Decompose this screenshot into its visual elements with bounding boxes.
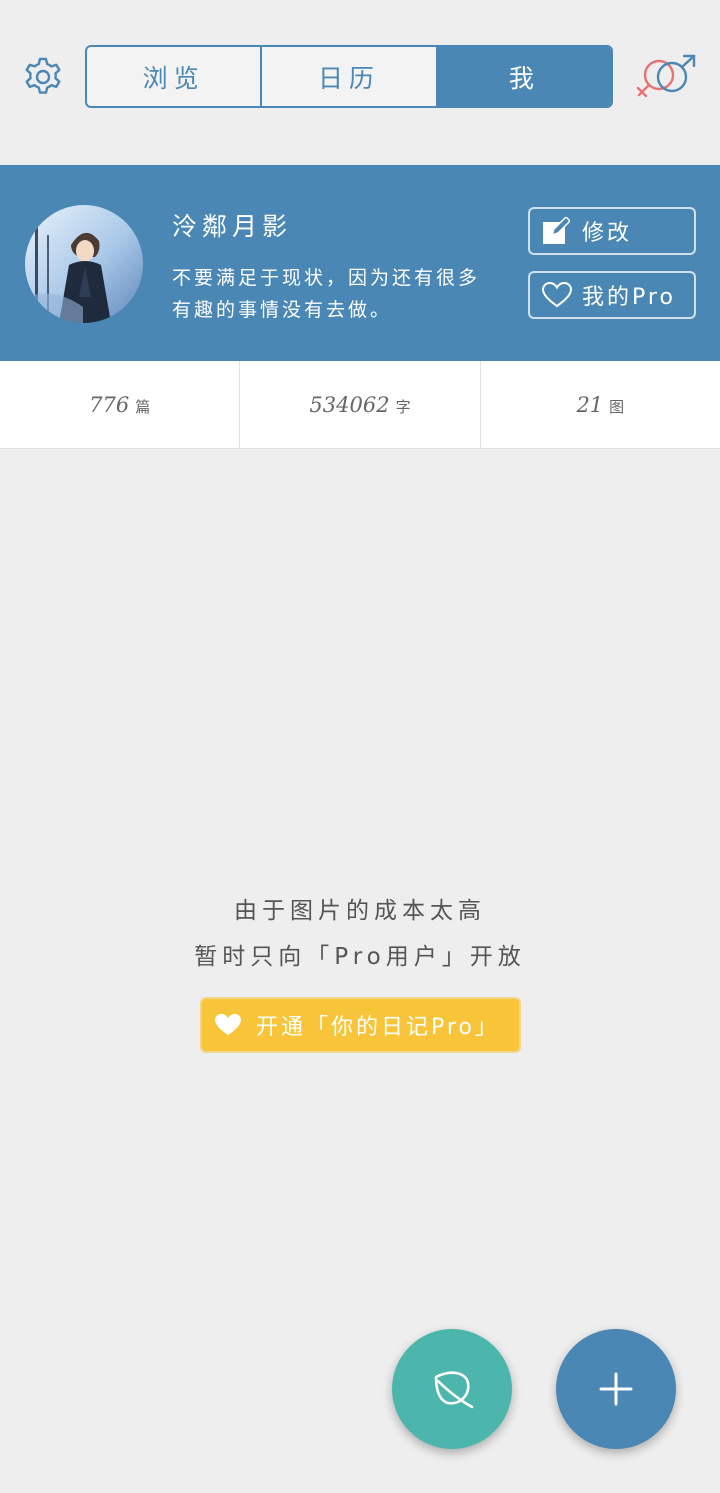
heart-icon [214,1012,242,1038]
pro-notice-line2: 暂时只向「Pro用户」开放 [194,944,526,970]
stat-entries-value: 776 [89,393,130,417]
my-pro-button[interactable]: 我的Pro [528,271,696,319]
my-pro-button-label: 我的Pro [582,285,676,310]
stat-entries[interactable]: 776 篇 [0,361,239,448]
avatar[interactable] [25,205,143,323]
tab-browse[interactable]: 浏览 [87,47,260,106]
pro-notice: 由于图片的成本太高 暂时只向「Pro用户」开放 [0,888,720,980]
edit-button-label: 修改 [582,221,633,246]
pro-notice-line1: 由于图片的成本太高 [234,898,486,924]
gender-symbol-icon [636,54,696,98]
stat-entries-unit: 篇 [135,398,151,416]
tab-calendar[interactable]: 日历 [260,47,435,106]
stat-words-unit: 字 [395,398,411,416]
tab-me[interactable]: 我 [435,47,611,106]
stat-words-value: 534062 [309,393,390,417]
settings-button[interactable] [22,56,64,98]
stat-images-unit: 图 [609,398,625,416]
heart-outline-icon [542,281,572,309]
leaf-button[interactable] [392,1329,512,1449]
stats-bar: 776 篇 534062 字 21 图 [0,361,720,449]
upgrade-pro-label: 开通「你的日记Pro」 [256,1015,500,1040]
leaf-icon [434,1371,474,1409]
view-tabs: 浏览 日历 我 [85,45,613,108]
upgrade-pro-button[interactable]: 开通「你的日记Pro」 [200,997,521,1053]
profile-name: 泠鄰月影 [172,212,293,241]
stat-images-value: 21 [576,393,604,417]
stat-images[interactable]: 21 图 [479,361,720,448]
top-bar: 浏览 日历 我 [0,0,720,165]
stat-words[interactable]: 534062 字 [239,361,479,448]
add-entry-button[interactable] [556,1329,676,1449]
profile-motto: 不要满足于现状，因为还有很多有趣的事情没有去做。 [172,267,481,321]
gender-toggle[interactable] [634,54,698,102]
edit-profile-button[interactable]: 修改 [528,207,696,255]
gear-icon [25,57,61,94]
plus-icon [599,1372,633,1406]
edit-icon [542,217,572,245]
profile-card: 泠鄰月影 不要满足于现状，因为还有很多有趣的事情没有去做。 修改 我的Pro [0,165,720,361]
